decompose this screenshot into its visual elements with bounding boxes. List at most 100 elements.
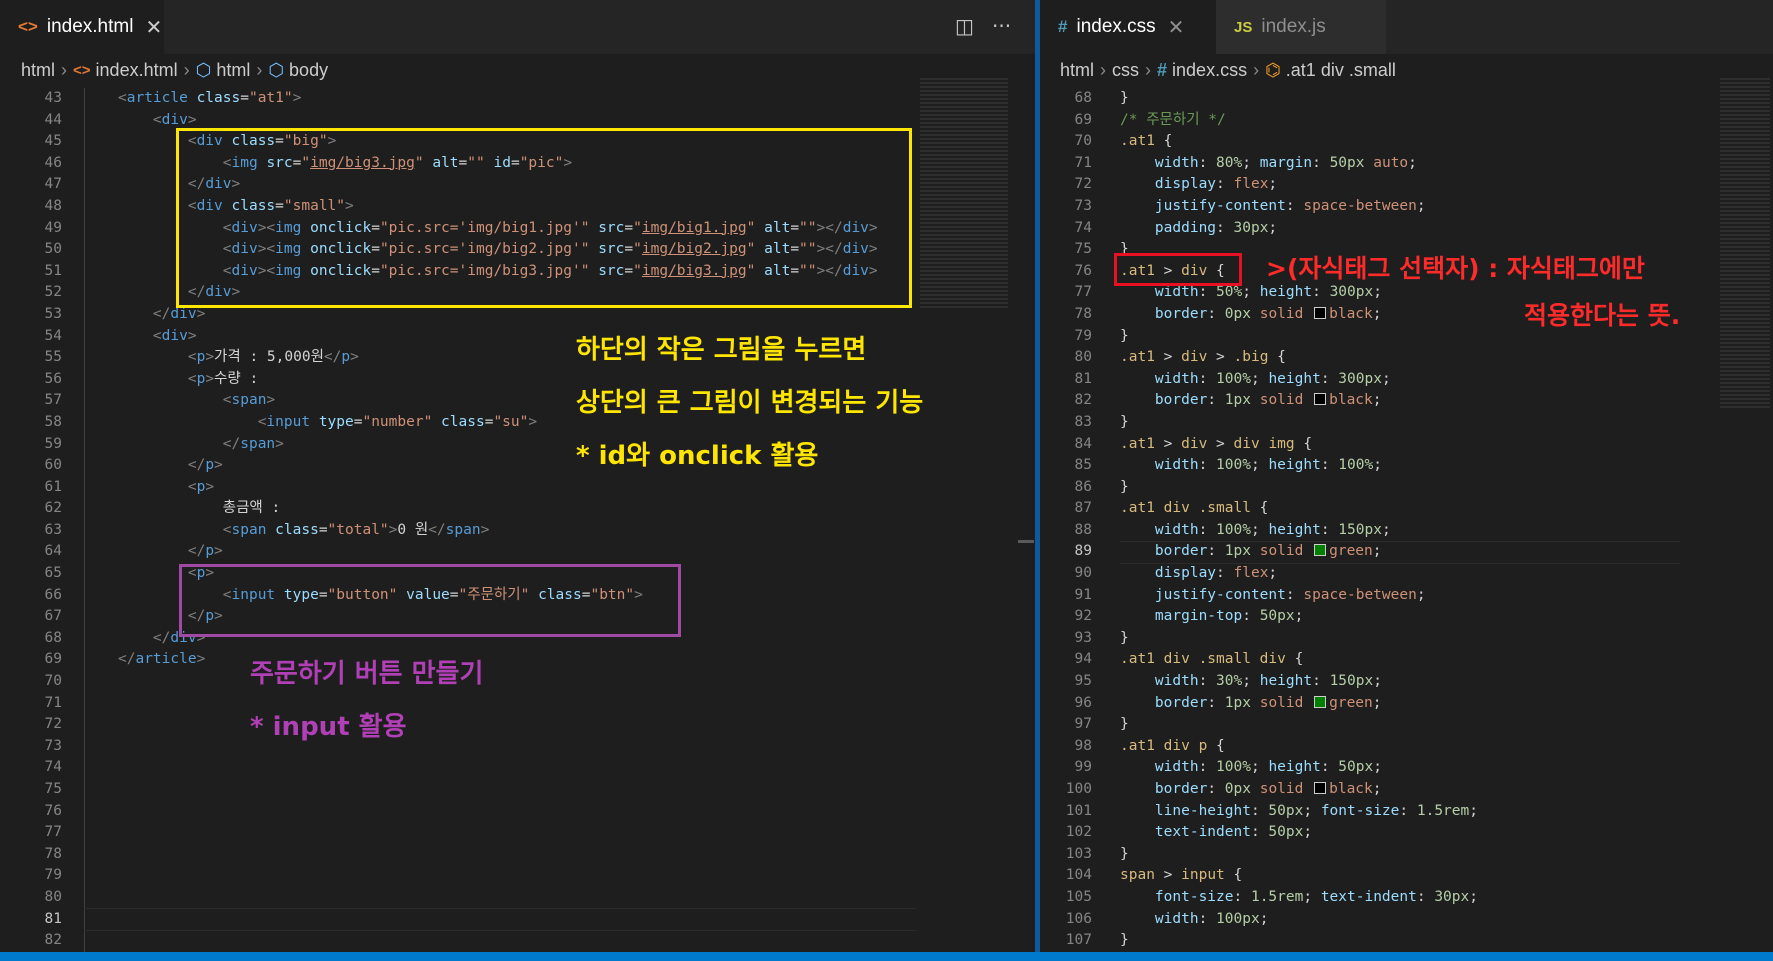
line-number: 79 [44, 867, 62, 884]
line-number: 103 [1065, 845, 1092, 862]
tab-label: index.js [1261, 16, 1326, 37]
line-number: 99 [1074, 759, 1092, 776]
line-number: 56 [44, 370, 62, 387]
line-number: 71 [44, 694, 62, 711]
red-annotation: >(자식태그 선택자) : 자식태그에만 적용한다는 뜻. [1266, 245, 1680, 339]
line-number: 78 [44, 845, 62, 862]
breadcrumb-item[interactable]: body [289, 60, 328, 81]
chevron-right-icon: › [61, 59, 68, 80]
breadcrumb-item[interactable]: index.css [1172, 60, 1247, 81]
close-icon[interactable]: ✕ [145, 15, 162, 40]
tab-index-css[interactable]: # index.css ✕ [1040, 0, 1216, 54]
line-number: 98 [1074, 737, 1092, 754]
close-icon[interactable]: ✕ [1168, 15, 1185, 40]
line-number-gutter: 68 69 70 71 72 73 74 75 76 77 78 79 80 81 82 83 84 85 86 87… [1040, 88, 1092, 952]
breadcrumb: html › <> index.html › ⬡ html › ⬡ body [0, 54, 1035, 86]
tab-index-js[interactable]: JS index.js [1216, 0, 1386, 54]
chevron-right-icon: › [1145, 59, 1152, 80]
line-number: 89 [1074, 543, 1092, 560]
line-number: 52 [44, 284, 62, 301]
line-number: 64 [44, 543, 62, 560]
line-number: 102 [1065, 824, 1092, 841]
line-number: 92 [1074, 608, 1092, 625]
line-number: 65 [44, 565, 62, 582]
tab-index-html[interactable]: <> index.html ✕ [0, 0, 164, 54]
line-number: 46 [44, 154, 62, 171]
line-number: 82 [44, 932, 62, 949]
line-number: 77 [1074, 284, 1092, 301]
line-number: 86 [1074, 478, 1092, 495]
line-number: 104 [1065, 867, 1092, 884]
element-cube-icon: ⬡ [268, 59, 285, 80]
annotation-text: * input 활용 [250, 712, 407, 742]
current-line-highlight [84, 908, 916, 931]
line-number: 91 [1074, 586, 1092, 603]
annotation-text: >(자식태그 선택자) : 자식태그에만 [1266, 254, 1645, 283]
minimap[interactable] [920, 78, 1008, 308]
color-swatch-green[interactable] [1314, 544, 1327, 557]
line-number: 73 [1074, 197, 1092, 214]
line-number: 85 [1074, 457, 1092, 474]
chevron-right-icon: › [1253, 59, 1260, 80]
color-swatch-black[interactable] [1314, 393, 1327, 406]
more-actions-icon[interactable]: ··· [992, 14, 1011, 38]
css-file-icon: # [1058, 17, 1068, 36]
annotation-text: 적용한다는 뜻. [1524, 301, 1681, 330]
indent-guide [84, 88, 85, 952]
css-file-icon: # [1157, 59, 1168, 80]
breadcrumb-item[interactable]: html [21, 60, 55, 81]
line-number: 88 [1074, 521, 1092, 538]
line-number: 62 [44, 500, 62, 517]
breadcrumb-item[interactable]: css [1112, 60, 1139, 81]
line-number: 48 [44, 197, 62, 214]
line-number: 87 [1074, 500, 1092, 517]
tab-label: index.html [46, 16, 134, 37]
element-cube-icon: ⬡ [195, 59, 212, 80]
line-number: 69 [44, 651, 62, 668]
line-number: 74 [1074, 219, 1092, 236]
line-number: 53 [44, 305, 62, 322]
line-number: 93 [1074, 629, 1092, 646]
css-editor-pane[interactable]: # index.css ✕ JS index.js html › css › #… [1040, 0, 1773, 961]
breadcrumb-item[interactable]: html [216, 60, 250, 81]
line-number: 71 [1074, 154, 1092, 171]
line-number: 55 [44, 349, 62, 366]
html-file-icon: <> [18, 17, 38, 36]
line-number: 95 [1074, 673, 1092, 690]
line-number: 78 [1074, 305, 1092, 322]
status-bar [0, 952, 1773, 961]
code-editor[interactable]: 68 69 70 71 72 73 74 75 76 77 78 79 80 81 82 83 84 85 86 87… [1040, 88, 1773, 961]
yellow-annotation: 하단의 작은 그림을 누르면 상단의 큰 그림이 변경되는 기능 * id와 o… [576, 324, 923, 483]
js-file-icon: JS [1234, 18, 1253, 36]
line-number: 106 [1065, 910, 1092, 927]
breadcrumb-item[interactable]: .at1 div .small [1286, 60, 1396, 81]
breadcrumb-item[interactable]: index.html [96, 60, 178, 81]
chevron-right-icon: › [256, 59, 263, 80]
line-number: 76 [1074, 262, 1092, 279]
color-swatch-black[interactable] [1314, 782, 1327, 794]
code-editor[interactable]: 43 44 45 46 47 48 49 50 51 52 53 54 55 56 57 58 59 60 61 62… [0, 88, 1035, 961]
line-number: 81 [44, 910, 62, 927]
chevron-right-icon: › [1100, 59, 1107, 80]
line-number: 51 [44, 262, 62, 279]
line-number: 82 [1074, 392, 1092, 409]
html-tab-bar: <> index.html ✕ ◫ ··· [0, 0, 1035, 54]
line-number: 68 [44, 629, 62, 646]
line-number-gutter: 43 44 45 46 47 48 49 50 51 52 53 54 55 56 57 58 59 60 61 62… [0, 88, 62, 952]
line-number: 83 [1074, 413, 1092, 430]
code-text[interactable]: } /* 주문하기 */ .at1 { width: 80%; margin: … [1120, 88, 1478, 952]
html-file-icon: <> [73, 61, 91, 79]
html-editor-pane[interactable]: <> index.html ✕ ◫ ··· html › <> index.ht… [0, 0, 1035, 961]
tab-label: index.css [1076, 16, 1156, 37]
color-swatch-green[interactable] [1314, 695, 1327, 708]
line-number: 54 [44, 327, 62, 344]
split-editor-icon[interactable]: ◫ [955, 14, 974, 38]
scrollbar-indicator[interactable] [1018, 540, 1034, 543]
breadcrumb-item[interactable]: html [1060, 60, 1094, 81]
line-number: 70 [1074, 133, 1092, 150]
line-number: 70 [44, 673, 62, 690]
line-number: 80 [44, 888, 62, 905]
purple-highlight-box [179, 564, 681, 637]
line-number: 45 [44, 133, 62, 150]
minimap[interactable] [1720, 78, 1770, 408]
